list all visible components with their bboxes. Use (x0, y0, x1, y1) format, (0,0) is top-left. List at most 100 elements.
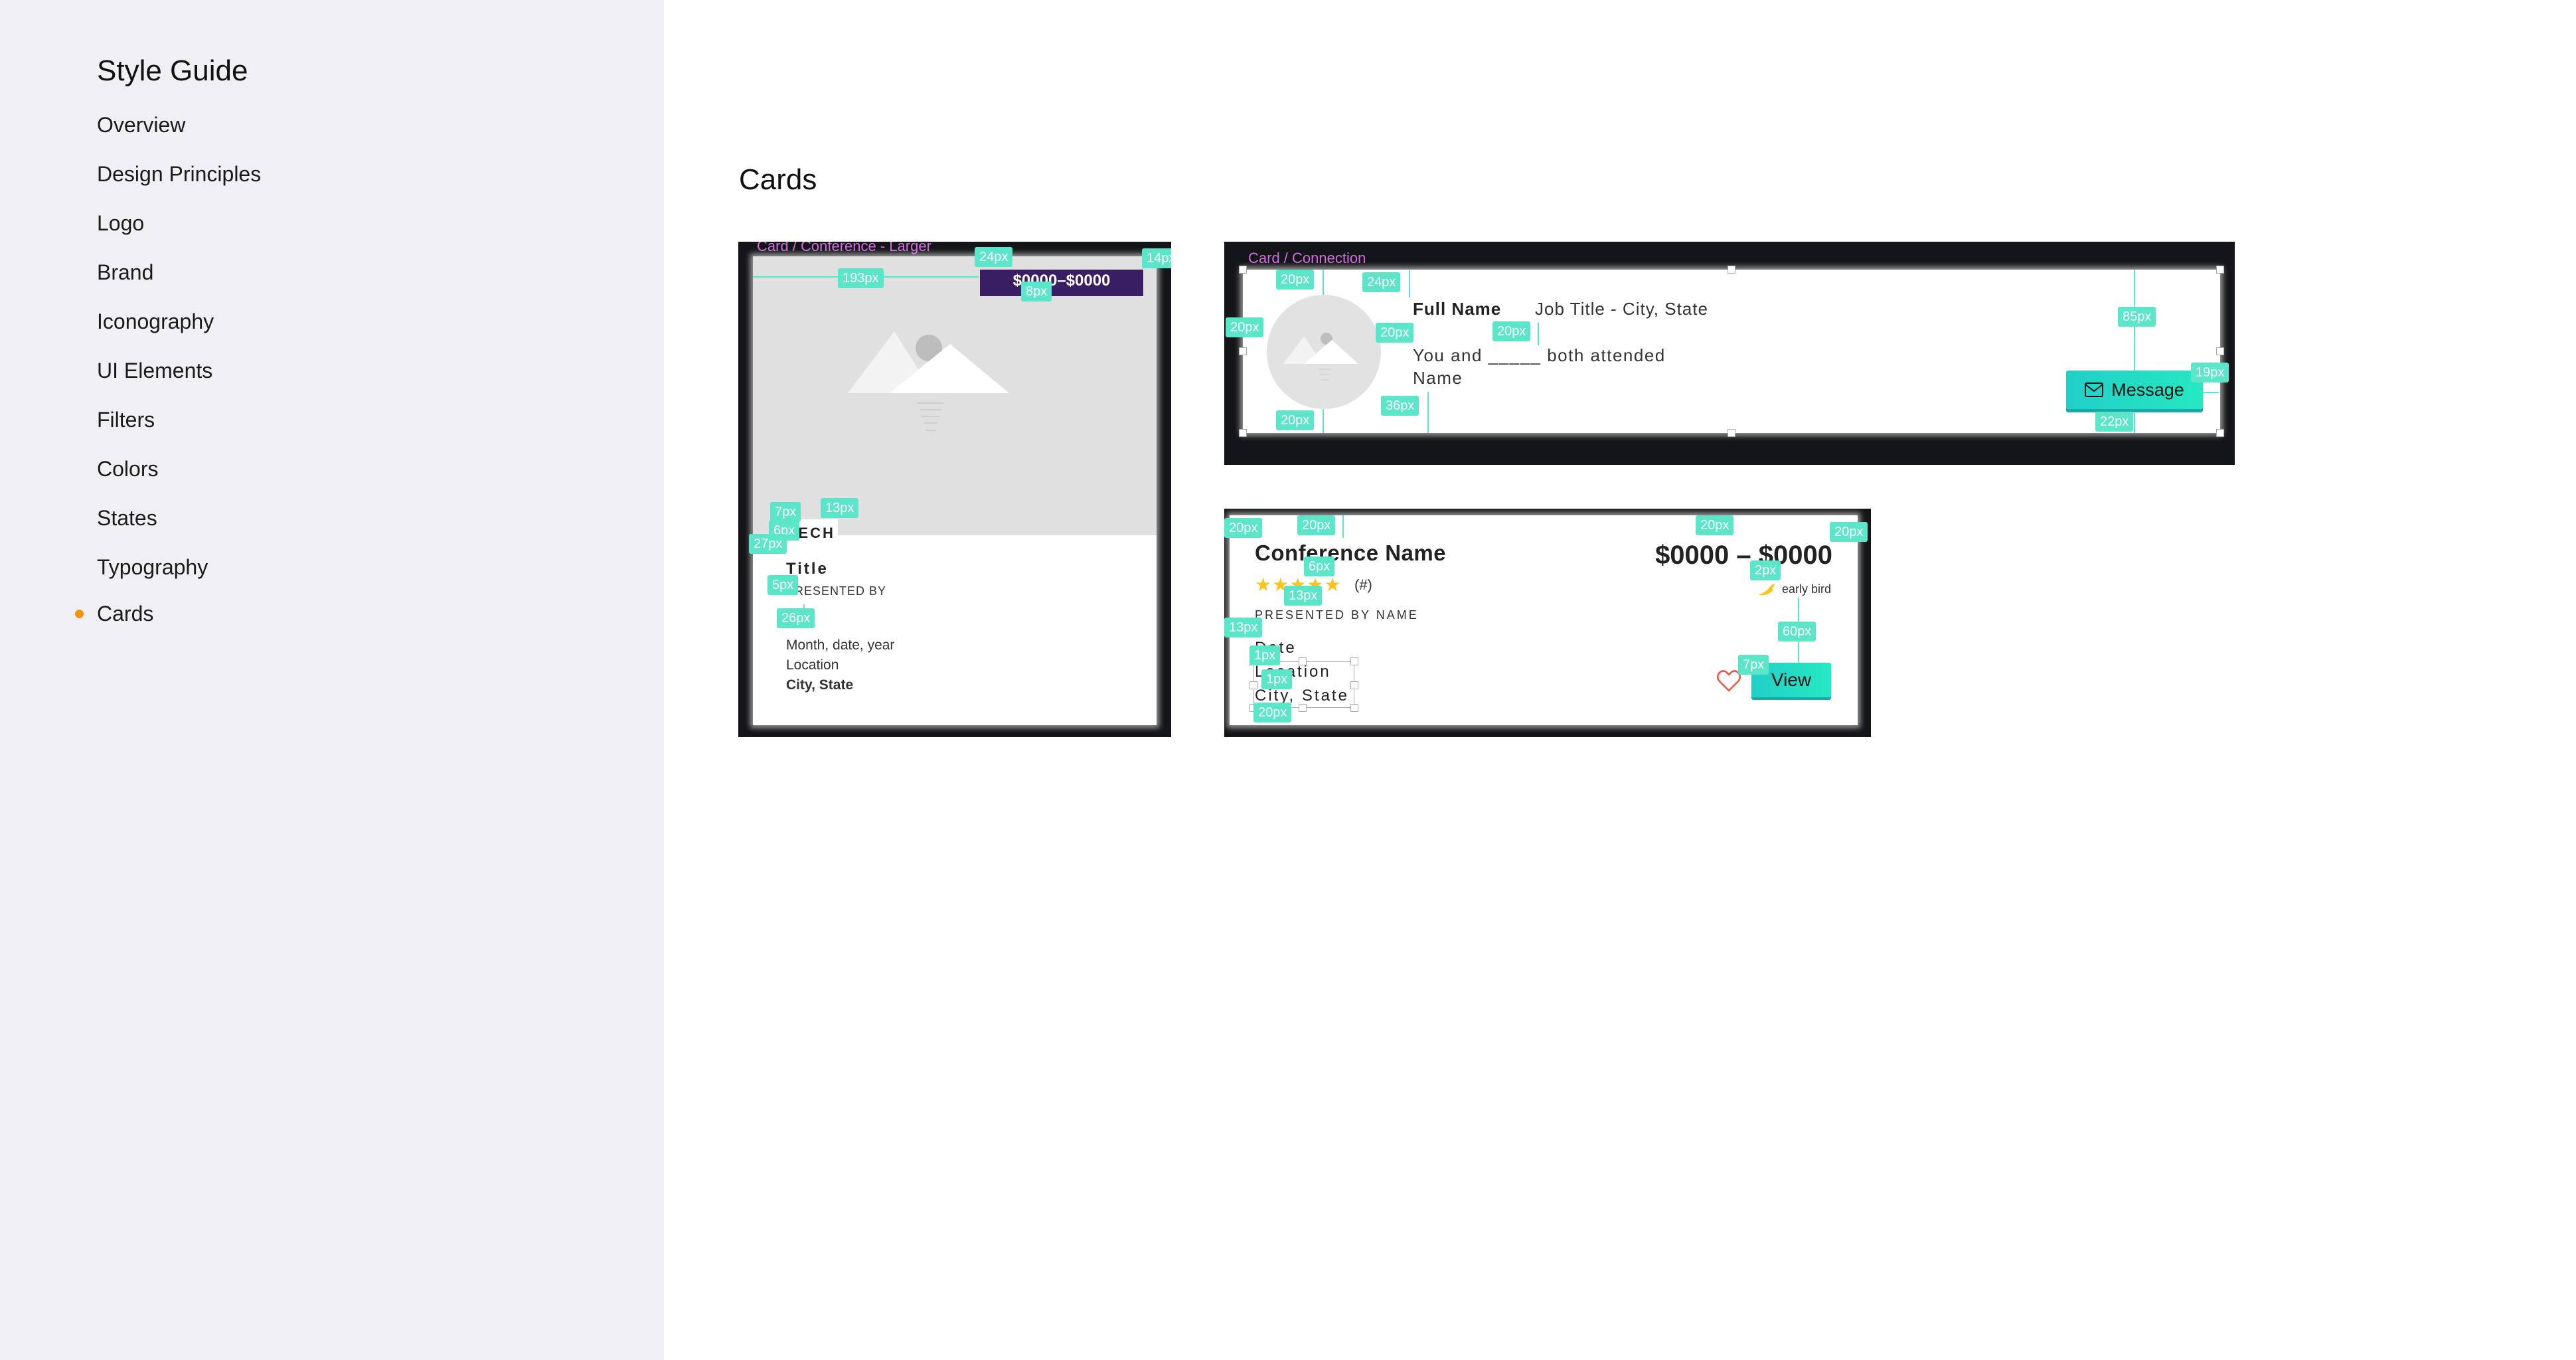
rating-count: (#) (1354, 576, 1372, 593)
measure-label: 85px (2118, 307, 2156, 327)
frame-label: Card / Connection (1248, 250, 1366, 266)
resize-handle[interactable] (2216, 266, 2224, 274)
measure-label: 27px (749, 534, 787, 554)
early-bird-label: early bird (1781, 582, 1831, 596)
sidebar-item-filters[interactable]: Filters (97, 408, 155, 432)
measure-label: 20px (1224, 518, 1263, 538)
resize-handle[interactable] (1728, 429, 1735, 437)
measure-label: 20px (1830, 522, 1868, 542)
image-placeholder-icon (1283, 333, 1358, 381)
resize-handle[interactable] (1728, 266, 1735, 274)
price-tag: $0000–$0000 (980, 270, 1143, 296)
resize-handle[interactable] (1239, 266, 1247, 274)
measure-label: 20px (1696, 515, 1734, 535)
card-connection[interactable]: Full Name Job Title - City, State You an… (1226, 266, 2229, 437)
measure-line (1323, 409, 1324, 433)
measure-label: 60px (1778, 622, 1816, 641)
active-indicator-dot (75, 610, 84, 618)
measure-label: 20px (1276, 270, 1315, 290)
presented-by: PRESENTED BY NAME (1255, 608, 1419, 622)
measure-label: 8px (1021, 282, 1052, 301)
envelope-icon (2085, 382, 2104, 397)
resize-handle[interactable] (1239, 347, 1247, 355)
bird-icon (1757, 584, 1775, 596)
measure-label: 5px (767, 575, 799, 595)
measure-label: 13px (1224, 618, 1263, 638)
early-bird-badge: early bird (1757, 582, 1831, 596)
card-connection-frame: Card / Connection Full Name Job Title - … (1224, 242, 2235, 465)
sidebar-item-design-principles[interactable]: Design Principles (97, 162, 261, 187)
measure-label: 20px (1376, 323, 1414, 343)
measure-label: 20px (1276, 410, 1315, 430)
resize-handle[interactable] (1299, 657, 1307, 665)
measure-label: 7px (770, 502, 801, 522)
job-title: Job Title - City, State (1535, 299, 1708, 319)
measure-line (1342, 515, 1344, 538)
sidebar-item-colors[interactable]: Colors (97, 457, 158, 481)
measure-label: 19px (2191, 363, 2229, 382)
resize-handle[interactable] (1350, 704, 1358, 712)
conference-name: Conference Name (1255, 541, 1447, 565)
measure-label: 7px (1738, 655, 1769, 675)
presented-by: PRESENTED BY (786, 584, 887, 598)
measure-label: 20px (1226, 317, 1264, 337)
sidebar-item-brand[interactable]: Brand (97, 260, 153, 285)
sidebar-item-overview[interactable]: Overview (97, 113, 185, 137)
measure-line (2134, 413, 2135, 433)
message-button[interactable]: Message (2066, 371, 2203, 409)
measure-label: 14px (1142, 248, 1171, 268)
mutual-text: You and _____ both attended (1413, 345, 1666, 365)
measure-label: 24px (1362, 272, 1401, 292)
event-location: Location (786, 657, 839, 673)
measure-label: 1px (1249, 645, 1281, 665)
price-range: $0000 – $0000 (1655, 541, 1832, 570)
sidebar-title: Style Guide (97, 54, 248, 87)
measure-label: 22px (2095, 412, 2134, 432)
measure-line (1538, 323, 1539, 345)
measure-label: 2px (1750, 560, 1781, 580)
measure-line (1409, 270, 1410, 298)
measure-label: 13px (1284, 586, 1323, 606)
card-conference-larger[interactable]: $0000–$0000 TECH Title PRESENTED BY Mont… (749, 247, 1171, 725)
measure-label: 20px (1492, 321, 1531, 341)
measure-line (1323, 270, 1324, 295)
measure-label: 36px (1381, 396, 1419, 416)
measure-line (1427, 392, 1429, 433)
full-name: Full Name (1413, 299, 1502, 319)
event-name: Name (1413, 368, 1463, 388)
resize-handle[interactable] (1350, 657, 1358, 665)
page-title: Cards (739, 163, 817, 196)
resize-handle[interactable] (1350, 681, 1358, 689)
sidebar-item-iconography[interactable]: Iconography (97, 309, 214, 334)
sidebar-item-ui-elements[interactable]: UI Elements (97, 359, 212, 383)
sidebar-item-logo[interactable]: Logo (97, 211, 144, 236)
measure-label: 20px (1253, 703, 1292, 722)
sidebar-item-states[interactable]: States (97, 506, 157, 531)
measure-label: 193px (838, 268, 884, 288)
star-icon: ★ (1255, 574, 1273, 595)
sidebar-item-typography[interactable]: Typography (97, 555, 208, 580)
measure-label: 20px (1297, 515, 1336, 535)
card-conference-frame: Conference Name ★★★★★ (#) PRESENTED BY N… (1224, 509, 1871, 737)
measure-label: 1px (1261, 669, 1293, 689)
event-date: Month, date, year (786, 638, 895, 653)
measure-label: 24px (975, 247, 1013, 267)
resize-handle[interactable] (2216, 429, 2224, 437)
measure-line (2203, 392, 2219, 393)
measure-label: 6px (1304, 556, 1335, 576)
sidebar-item-cards[interactable]: Cards (97, 602, 153, 626)
star-icon: ★ (1324, 574, 1342, 595)
resize-handle[interactable] (1239, 429, 1247, 437)
measure-label: 26px (777, 608, 815, 628)
event-city-state: City, State (786, 677, 854, 693)
image-placeholder-icon (753, 256, 1157, 535)
resize-handle[interactable] (1299, 704, 1307, 712)
avatar (1267, 295, 1381, 409)
message-button-label: Message (2111, 379, 2184, 400)
sidebar: Style Guide Overview Design Principles L… (0, 0, 664, 1360)
card-conference-larger-frame: Card / Conference - Larger $0000–$0000 T… (738, 242, 1171, 737)
frame-label: Card / Conference - Larger (757, 242, 931, 254)
resize-handle[interactable] (2216, 347, 2224, 355)
resize-handle[interactable] (1249, 681, 1257, 689)
card-conference[interactable]: Conference Name ★★★★★ (#) PRESENTED BY N… (1224, 515, 1868, 725)
